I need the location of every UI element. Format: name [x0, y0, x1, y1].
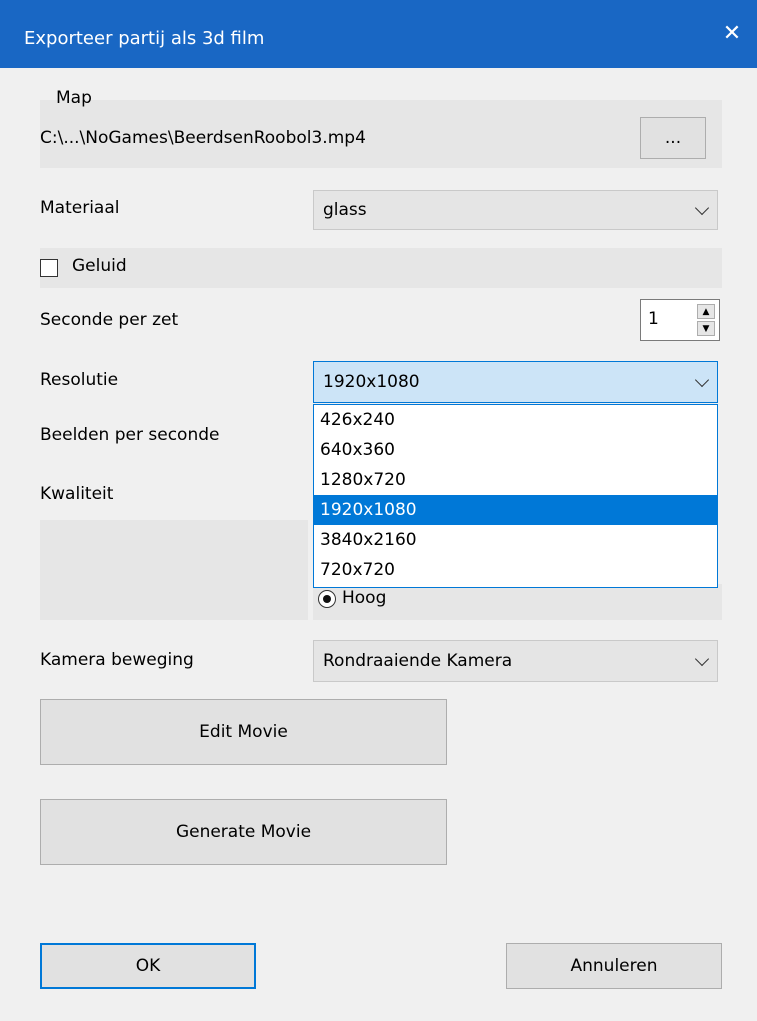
seconds-spinner[interactable]: 1 ▲ ▼	[640, 299, 720, 341]
browse-button[interactable]: ...	[640, 117, 706, 159]
ok-button[interactable]: OK	[40, 943, 256, 989]
window-title: Exporteer partij als 3d film	[24, 28, 265, 49]
quality-radio-high[interactable]	[318, 590, 336, 608]
seconds-value: 1	[648, 309, 659, 329]
map-label: Map	[56, 88, 92, 108]
map-path: C:\...\NoGames\BeerdsenRoobol3.mp4	[40, 128, 366, 148]
resolution-dropdown-list[interactable]: 426x240 640x360 1280x720 1920x1080 3840x…	[313, 404, 718, 588]
sound-label[interactable]: Geluid	[72, 256, 127, 276]
sound-checkbox[interactable]	[40, 259, 58, 277]
material-label: Materiaal	[40, 198, 120, 218]
fps-label: Beelden per seconde	[40, 425, 220, 445]
arrow-up-icon: ▲	[702, 306, 710, 317]
spin-down-button[interactable]: ▼	[697, 321, 715, 336]
generate-movie-button[interactable]: Generate Movie	[40, 799, 447, 865]
material-value: glass	[323, 200, 367, 220]
camera-select[interactable]: Rondraaiende Kamera	[313, 640, 718, 682]
resolution-value: 1920x1080	[323, 372, 420, 392]
spin-up-button[interactable]: ▲	[697, 304, 715, 319]
resolution-select[interactable]: 1920x1080	[313, 361, 718, 403]
chevron-down-icon	[694, 200, 710, 216]
camera-label: Kamera beweging	[40, 650, 194, 670]
resolution-option[interactable]: 720x720	[314, 555, 717, 585]
chevron-down-icon	[694, 372, 710, 388]
material-select[interactable]: glass	[313, 190, 718, 230]
quality-label: Kwaliteit	[40, 484, 114, 504]
resolution-label: Resolutie	[40, 370, 119, 390]
resolution-option[interactable]: 1280x720	[314, 465, 717, 495]
resolution-option[interactable]: 426x240	[314, 405, 717, 435]
chevron-down-icon	[694, 651, 710, 667]
resolution-option[interactable]: 3840x2160	[314, 525, 717, 555]
seconds-label: Seconde per zet	[40, 310, 179, 330]
quality-option-high-label[interactable]: Hoog	[342, 588, 386, 608]
sound-row	[40, 248, 722, 288]
radio-selected-dot	[323, 595, 331, 603]
quality-group-left	[40, 520, 308, 620]
resolution-option-selected[interactable]: 1920x1080	[314, 495, 717, 525]
cancel-button[interactable]: Annuleren	[506, 943, 722, 989]
close-icon[interactable]: ✕	[718, 20, 746, 48]
edit-movie-button[interactable]: Edit Movie	[40, 699, 447, 765]
camera-value: Rondraaiende Kamera	[323, 651, 513, 671]
arrow-down-icon: ▼	[702, 323, 710, 334]
resolution-option[interactable]: 640x360	[314, 435, 717, 465]
